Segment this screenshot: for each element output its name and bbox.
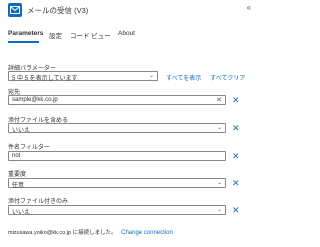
remove-attachments-only-icon[interactable]: ✕ <box>232 206 240 215</box>
mail-icon <box>8 3 22 17</box>
chevron-down-icon: ⌄ <box>216 180 222 186</box>
change-connection-link[interactable]: Change connection <box>121 230 173 236</box>
attachments-only-value: いいえ <box>12 210 31 216</box>
remove-include-attachments-icon[interactable]: ✕ <box>232 124 240 133</box>
include-attachments-value: いいえ <box>12 128 31 134</box>
double-chevron-left-icon[interactable]: ‹‹ <box>247 3 251 12</box>
connection-status: mizusawa.yoiko@kk.co.jp に接続しました。 Change … <box>8 228 173 236</box>
show-all-link[interactable]: すべてを表示 <box>166 73 201 82</box>
chevron-down-icon: ⌄ <box>148 73 154 79</box>
importance-dropdown[interactable]: 任意 ⌄ <box>8 178 226 189</box>
active-tab-indicator <box>8 41 39 43</box>
clear-input-icon[interactable]: ✕ <box>216 96 222 104</box>
attachments-only-dropdown[interactable]: いいえ ⌄ <box>8 205 226 216</box>
subject-filter-value: not <box>12 153 21 159</box>
tab-settings[interactable]: 設定 <box>49 30 62 40</box>
importance-value: 任意 <box>12 183 25 189</box>
tab-parameters[interactable]: Parameters <box>8 30 43 37</box>
remove-subject-filter-icon[interactable]: ✕ <box>232 152 240 161</box>
chevron-down-icon: ⌄ <box>216 207 222 213</box>
tab-about[interactable]: About <box>118 30 135 37</box>
connection-text: mizusawa.yoiko@kk.co.jp に接続しました。 <box>8 230 117 236</box>
panel-header: メールの受信 (V3) ‹‹ <box>0 0 254 24</box>
chevron-down-icon: ⌄ <box>216 125 222 131</box>
advanced-parameters-value: 5 中 5 を表示しています <box>12 76 78 82</box>
advanced-parameters-dropdown[interactable]: 5 中 5 を表示しています ⌄ <box>8 71 158 82</box>
subject-filter-input[interactable]: not <box>8 151 226 161</box>
panel-title: メールの受信 (V3) <box>27 6 89 15</box>
to-input[interactable]: sample@kk.co.jp ✕ <box>8 95 226 105</box>
remove-importance-icon[interactable]: ✕ <box>232 179 240 188</box>
attachments-only-label: 添付ファイル付きのみ <box>8 199 69 205</box>
clear-all-link[interactable]: すべてクリア <box>210 73 245 82</box>
tab-code-view[interactable]: コード ビュー <box>70 30 111 40</box>
subject-filter-label: 件名フィルター <box>8 145 50 151</box>
remove-to-icon[interactable]: ✕ <box>232 96 240 105</box>
importance-label: 重要度 <box>8 172 27 178</box>
to-value: sample@kk.co.jp <box>12 97 58 103</box>
include-attachments-dropdown[interactable]: いいえ ⌄ <box>8 123 226 134</box>
